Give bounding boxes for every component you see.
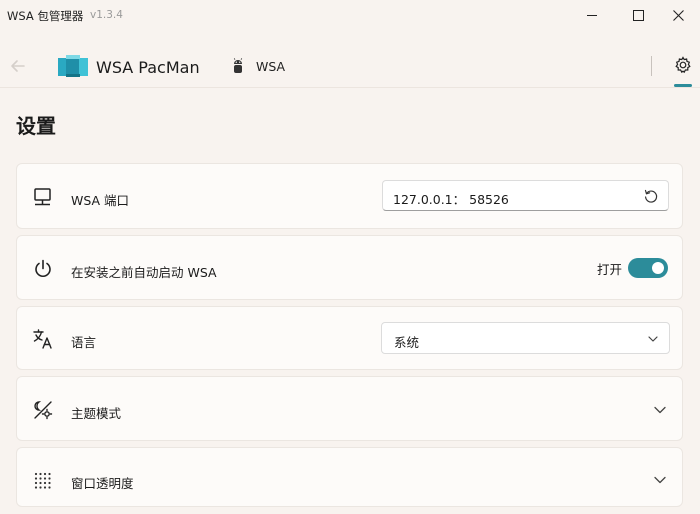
chevron-down-icon[interactable] <box>653 473 667 487</box>
setting-window-opacity[interactable]: 窗口透明度 <box>16 447 683 507</box>
header-bar: WSA PacMan WSA <box>0 45 700 88</box>
settings-active-indicator <box>674 84 692 87</box>
setting-language: 语言 系统 <box>16 306 683 370</box>
chevron-down-icon <box>648 336 658 342</box>
language-selected-value: 系统 <box>394 335 420 350</box>
header-divider <box>651 56 652 76</box>
theme-icon <box>34 401 53 420</box>
wsa-port-value: 127.0.0.1： 58526 <box>393 192 509 207</box>
dot-grid-icon <box>34 472 51 489</box>
settings-button[interactable] <box>672 54 694 76</box>
reset-icon[interactable] <box>642 187 660 205</box>
setting-wsa-port: WSA 端口 127.0.0.1： 58526 <box>16 163 683 229</box>
translate-icon <box>33 329 52 349</box>
autostart-state-label: 打开 <box>597 262 623 277</box>
app-logo-icon <box>58 55 88 77</box>
maximize-icon <box>632 9 644 21</box>
page-title: 设置 <box>16 114 56 138</box>
language-label: 语言 <box>71 335 97 350</box>
title-bar: WSA 包管理器 v1.3.4 <box>0 0 700 30</box>
monitor-icon <box>34 188 51 206</box>
minimize-icon <box>587 14 597 16</box>
autostart-label: 在安装之前自动启动 WSA <box>71 265 217 280</box>
close-button[interactable] <box>656 0 700 30</box>
back-button[interactable] <box>8 56 28 76</box>
app-name: WSA PacMan <box>96 58 200 77</box>
app-version: v1.3.4 <box>90 9 123 21</box>
device-label: WSA <box>256 59 286 74</box>
setting-autostart: 在安装之前自动启动 WSA 打开 <box>16 235 683 300</box>
window-title: WSA 包管理器 <box>7 9 84 23</box>
gear-icon <box>675 56 691 74</box>
android-robot-icon <box>233 58 243 73</box>
setting-theme[interactable]: 主题模式 <box>16 376 683 441</box>
minimize-button[interactable] <box>570 0 614 30</box>
wsa-port-label: WSA 端口 <box>71 193 130 208</box>
autostart-toggle[interactable] <box>628 258 668 278</box>
theme-label: 主题模式 <box>71 406 122 421</box>
power-icon <box>35 259 51 277</box>
close-icon <box>672 9 684 21</box>
window-opacity-label: 窗口透明度 <box>71 476 134 491</box>
maximize-button[interactable] <box>616 0 660 30</box>
toggle-knob <box>652 262 664 274</box>
language-select[interactable]: 系统 <box>381 322 670 354</box>
wsa-port-input[interactable]: 127.0.0.1： 58526 <box>382 180 669 211</box>
chevron-down-icon[interactable] <box>653 403 667 417</box>
